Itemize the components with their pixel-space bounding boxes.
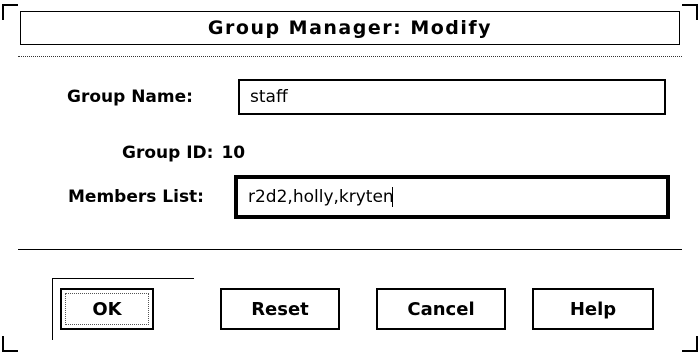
ok-button-focus-ring [65,293,149,325]
group-manager-window: Group Manager: Modify Group Name: staff … [0,0,700,353]
group-id-value: 10 [221,143,246,163]
cancel-button[interactable]: Cancel [376,288,506,330]
group-id-label: Group ID: [122,143,214,163]
members-list-field[interactable]: r2d2,holly,kryten [234,175,670,219]
window-title-bar[interactable]: Group Manager: Modify [20,11,680,45]
button-panel: OK Reset Cancel Help [18,252,682,342]
resize-handle-top-right[interactable] [682,4,698,20]
group-name-field[interactable]: staff [238,79,666,115]
group-name-row: Group Name: [67,87,193,107]
ok-button[interactable]: OK [60,288,154,330]
members-list-value: r2d2,holly,kryten [248,187,394,207]
group-name-label: Group Name: [67,87,193,107]
window-title: Group Manager: Modify [207,17,493,39]
help-button[interactable]: Help [532,288,654,330]
text-cursor [391,187,393,207]
help-button-label: Help [569,298,617,320]
resize-handle-bottom-left[interactable] [2,336,18,352]
resize-handle-bottom-right[interactable] [682,336,698,352]
form-panel: Group Name: staff Group ID: 10 Members L… [18,56,682,250]
reset-button-label: Reset [251,298,309,320]
resize-handle-top-left[interactable] [2,4,18,20]
reset-button[interactable]: Reset [220,288,340,330]
group-name-value: staff [250,87,288,107]
members-list-label: Members List: [68,187,204,207]
cancel-button-label: Cancel [407,298,475,320]
group-id-row: Group ID: 10 [122,143,245,163]
members-list-row: Members List: [68,187,204,207]
